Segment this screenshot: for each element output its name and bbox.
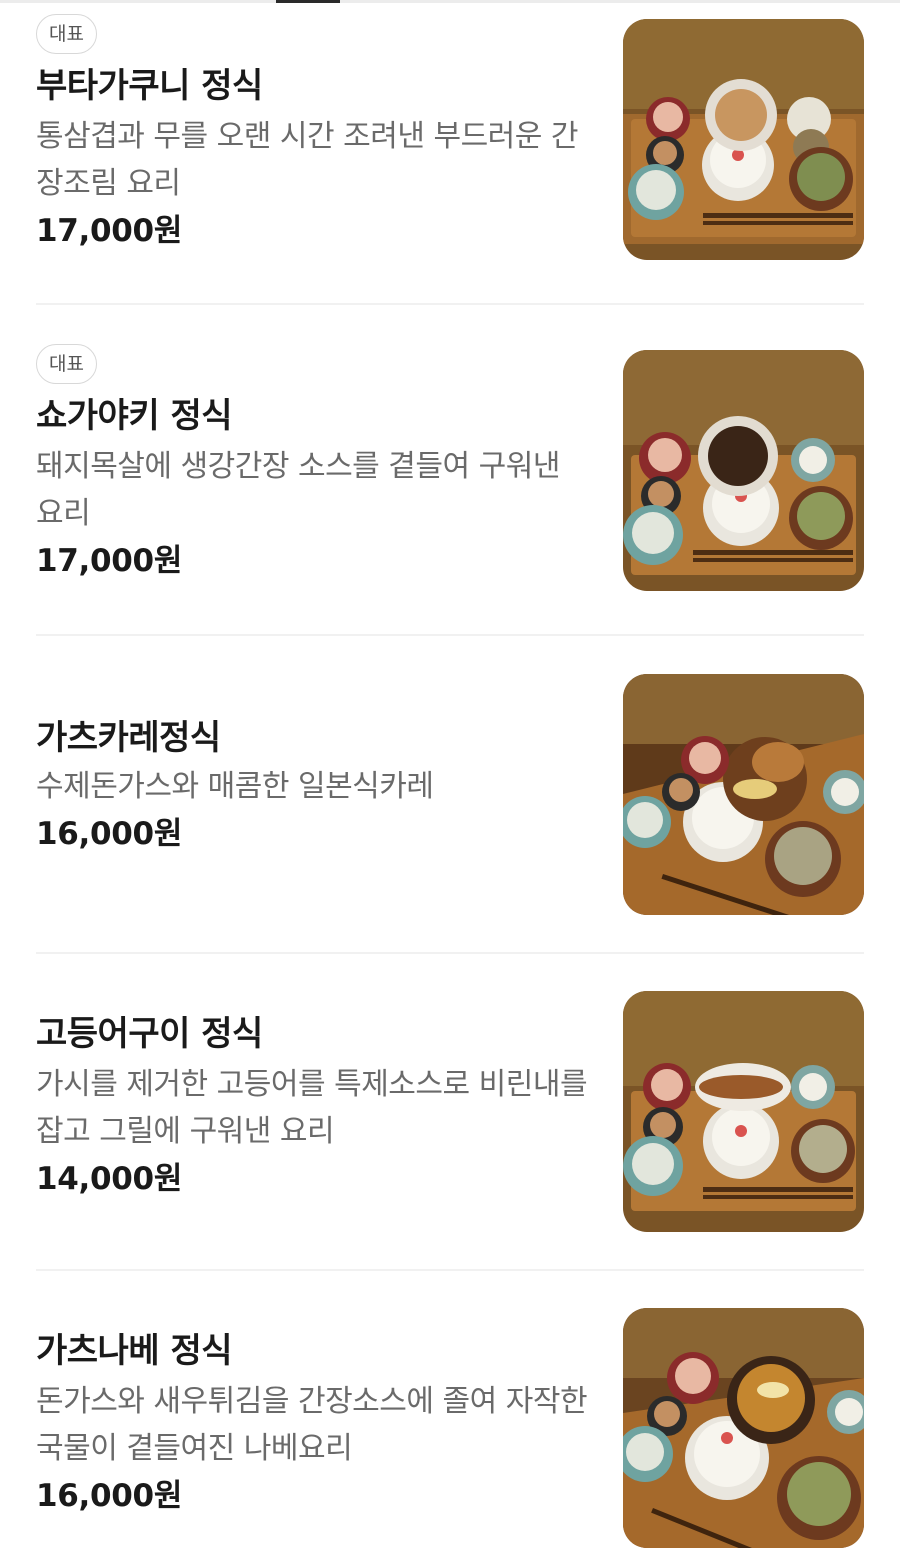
menu-item-photo[interactable]	[623, 1308, 864, 1548]
set-meal-photo	[623, 674, 864, 915]
menu-item-description: 통삼겹과 무를 오랜 시간 조려낸 부드러운 간장조림 요리	[36, 119, 579, 201]
menu-item[interactable]: 고등어구이 정식 가시를 제거한 고등어를 특제소스로 비린내를 잡고 그릴에 …	[0, 953, 900, 1271]
set-meal-photo	[623, 991, 864, 1232]
menu-item-info: 가츠카레정식 수제돈가스와 매콤한 일본식카레 16,000원	[36, 716, 596, 856]
menu-item-info: 고등어구이 정식 가시를 제거한 고등어를 특제소스로 비린내를 잡고 그릴에 …	[36, 1012, 596, 1201]
menu-item-description: 수제돈가스와 매콤한 일본식카레	[36, 769, 434, 804]
menu-item-price: 17,000원	[36, 213, 183, 249]
set-meal-photo	[623, 19, 864, 260]
menu-item-name: 고등어구이 정식	[36, 1014, 263, 1054]
menu-item-name: 쇼가야키 정식	[36, 396, 233, 436]
menu-item-price: 16,000원	[36, 1478, 183, 1514]
menu-item-price: 14,000원	[36, 1161, 183, 1197]
menu-item-photo[interactable]	[623, 350, 864, 591]
menu-item-photo[interactable]	[623, 19, 864, 260]
menu-item-price: 16,000원	[36, 816, 183, 852]
menu-item[interactable]: 대표 부타가쿠니 정식 통삼겹과 무를 오랜 시간 조려낸 부드러운 간장조림 …	[0, 0, 900, 305]
menu-item[interactable]: 가츠나베 정식 돈가스와 새우튀김을 간장소스에 졸여 자작한 국물이 곁들여진…	[0, 1270, 900, 1565]
menu-item-price: 17,000원	[36, 543, 183, 579]
menu-item-description: 가시를 제거한 고등어를 특제소스로 비린내를 잡고 그릴에 구워낸 요리	[36, 1067, 588, 1149]
signature-badge: 대표	[36, 344, 97, 384]
menu-item-info: 대표 쇼가야키 정식 돼지목살에 생강간장 소스를 곁들여 구워낸 요리 17,…	[36, 344, 596, 583]
set-meal-photo	[623, 1308, 864, 1548]
menu-item[interactable]: 가츠카레정식 수제돈가스와 매콤한 일본식카레 16,000원	[0, 635, 900, 954]
signature-badge: 대표	[36, 14, 97, 54]
menu-item-info: 대표 부타가쿠니 정식 통삼겹과 무를 오랜 시간 조려낸 부드러운 간장조림 …	[36, 14, 596, 253]
menu-item-name: 부타가쿠니 정식	[36, 66, 263, 106]
menu-item-photo[interactable]	[623, 991, 864, 1232]
menu-item-photo[interactable]	[623, 674, 864, 915]
menu-item-name: 가츠카레정식	[36, 718, 221, 758]
menu-item-description: 돈가스와 새우튀김을 간장소스에 졸여 자작한 국물이 곁들여진 나베요리	[36, 1384, 588, 1466]
menu-item-name: 가츠나베 정식	[36, 1331, 233, 1371]
menu-item-info: 가츠나베 정식 돈가스와 새우튀김을 간장소스에 졸여 자작한 국물이 곁들여진…	[36, 1329, 596, 1518]
menu-item-description: 돼지목살에 생강간장 소스를 곁들여 구워낸 요리	[36, 449, 560, 531]
set-meal-photo	[623, 350, 864, 591]
menu-item[interactable]: 대표 쇼가야키 정식 돼지목살에 생강간장 소스를 곁들여 구워낸 요리 17,…	[0, 305, 900, 636]
